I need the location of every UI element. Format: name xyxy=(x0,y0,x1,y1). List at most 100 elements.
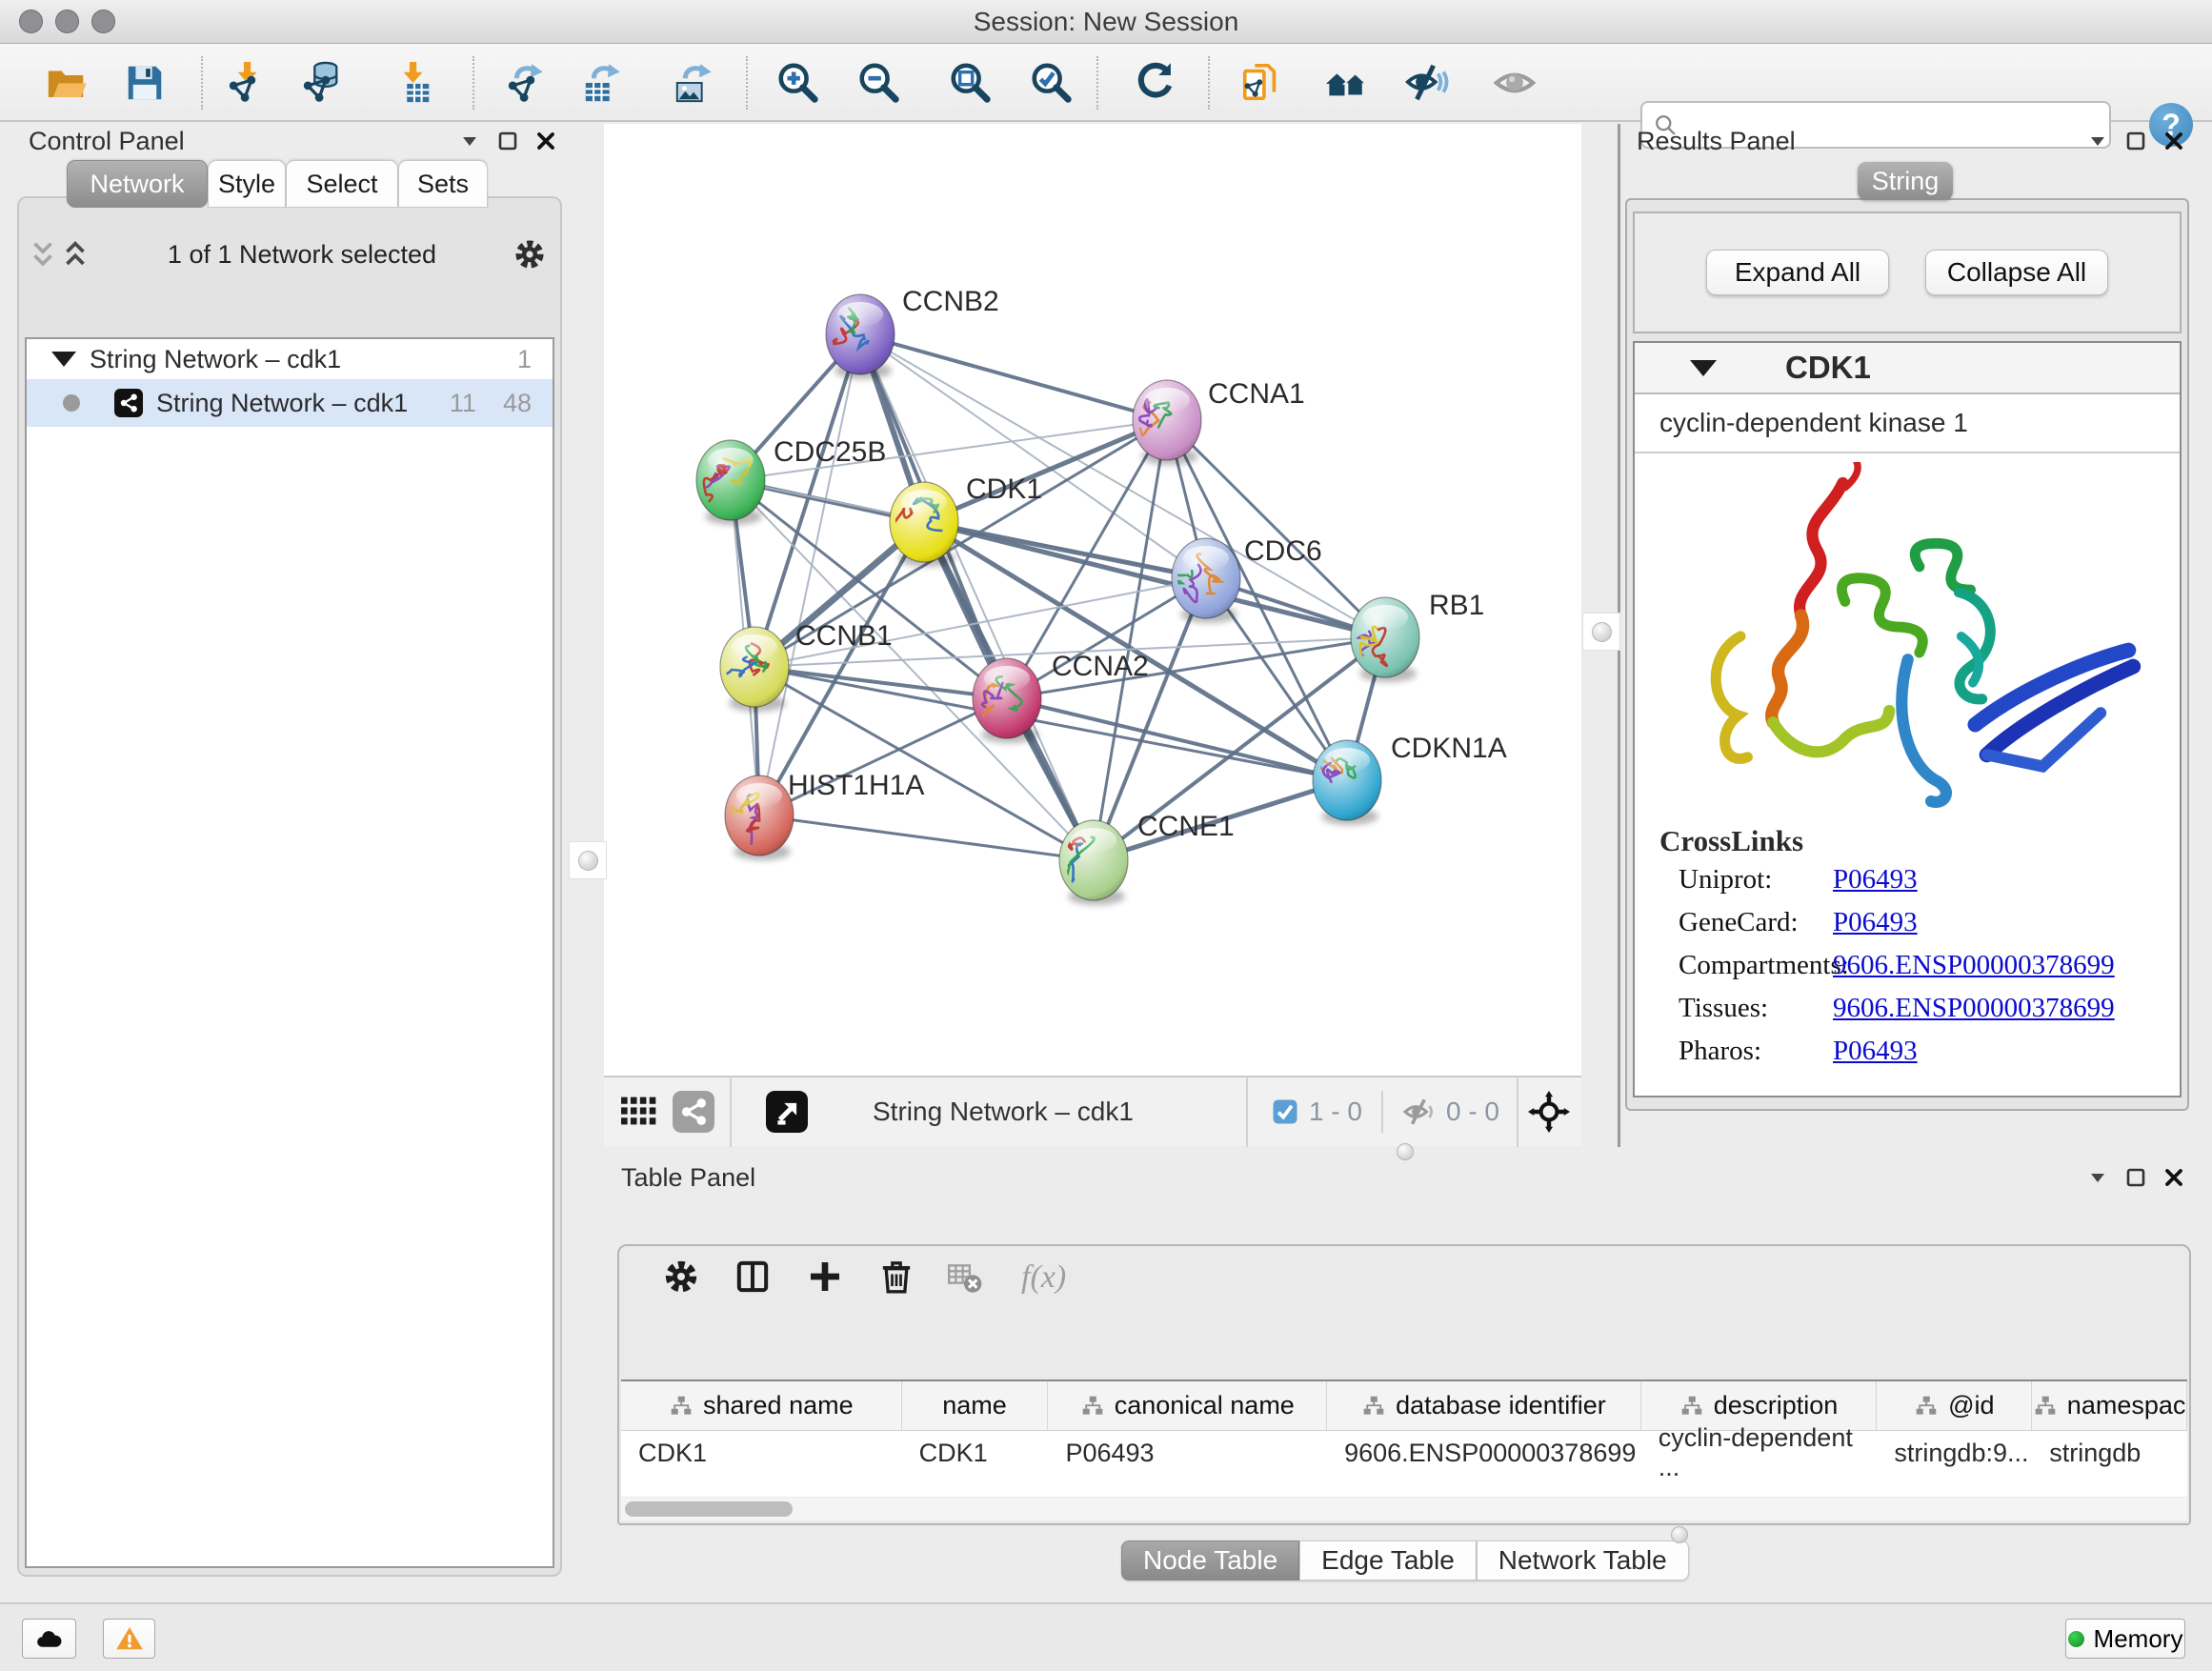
new-from-selection-button[interactable] xyxy=(1238,61,1284,107)
tab-network[interactable]: Network xyxy=(67,160,208,208)
crosslink-value-link[interactable]: P06493 xyxy=(1833,907,1918,938)
tab-node-table[interactable]: Node Table xyxy=(1121,1540,1299,1580)
network-canvas[interactable]: CCNB2CCNA1CDC25BCDK1CDC6RB1CCNB1CCNA2HIS… xyxy=(604,124,1581,1076)
zoom-out-button[interactable] xyxy=(855,61,901,107)
network-edge-CCNB2-HIST1H1A[interactable] xyxy=(759,334,860,815)
table-cell[interactable]: 9606.ENSP00000378699 xyxy=(1327,1431,1641,1475)
column-header-database-identifier[interactable]: database identifier xyxy=(1327,1381,1641,1430)
collapse-all-networks-icon[interactable] xyxy=(27,238,59,271)
network-node-CCNA1[interactable] xyxy=(1133,380,1201,465)
grid-view-icon[interactable] xyxy=(617,1091,659,1133)
control-panel-close-icon[interactable] xyxy=(534,130,557,152)
tab-string[interactable]: String xyxy=(1858,162,1953,200)
collapse-triangle-icon[interactable] xyxy=(51,352,76,367)
control-panel-menu-icon[interactable] xyxy=(458,130,481,152)
results-panel-close-icon[interactable] xyxy=(2162,130,2185,152)
network-node-CCNA2[interactable] xyxy=(973,658,1041,743)
table-cell[interactable]: stringdb xyxy=(2032,1431,2187,1475)
expand-all-button[interactable]: Expand All xyxy=(1706,250,1889,295)
network-node-HIST1H1A[interactable] xyxy=(725,775,794,860)
table-panel-close-icon[interactable] xyxy=(2162,1166,2185,1189)
table-cell[interactable]: cyclin-dependent ... xyxy=(1641,1431,1878,1475)
function-builder-icon[interactable]: f(x) xyxy=(1021,1259,1066,1296)
table-columns-button[interactable] xyxy=(733,1258,773,1298)
table-panel-float-icon[interactable] xyxy=(2124,1166,2147,1189)
network-edge-CCNB1-CCNA2[interactable] xyxy=(754,667,1007,698)
table-gear-button[interactable] xyxy=(661,1258,701,1298)
network-node-CDC25B[interactable] xyxy=(696,440,765,525)
save-session-button[interactable] xyxy=(122,61,168,107)
zoom-in-button[interactable] xyxy=(774,61,820,107)
network-edge-CCNA2-CDKN1A[interactable] xyxy=(1007,698,1347,780)
collapse-entry-icon[interactable] xyxy=(1690,360,1717,376)
results-panel-menu-icon[interactable] xyxy=(2086,130,2109,152)
selected-checkbox-icon[interactable] xyxy=(1271,1097,1299,1126)
column-header--id[interactable]: @id xyxy=(1877,1381,2032,1430)
results-panel-float-icon[interactable] xyxy=(2124,130,2147,152)
detach-view-icon[interactable] xyxy=(766,1091,808,1133)
crosslink-value-link[interactable]: P06493 xyxy=(1833,1036,1918,1067)
column-header-namespac[interactable]: namespac xyxy=(2032,1381,2187,1430)
table-add-button[interactable] xyxy=(805,1258,845,1298)
hidden-elements-icon[interactable] xyxy=(1402,1095,1437,1129)
export-image-button[interactable] xyxy=(672,61,717,107)
table-delete-table-button[interactable] xyxy=(944,1258,984,1298)
network-node-CDKN1A[interactable] xyxy=(1313,740,1381,825)
network-collection-row[interactable]: String Network – cdk1 1 xyxy=(27,339,553,379)
hide-details-button[interactable] xyxy=(1404,61,1450,107)
network-node-RB1[interactable] xyxy=(1351,597,1419,682)
crosslink-value-link[interactable]: 9606.ENSP00000378699 xyxy=(1833,993,2115,1024)
window-minimize-button[interactable] xyxy=(55,10,79,33)
network-view-icon[interactable] xyxy=(673,1091,714,1133)
tab-select[interactable]: Select xyxy=(286,160,398,208)
table-cell[interactable]: CDK1 xyxy=(621,1431,902,1475)
right-splitter-handle[interactable] xyxy=(1582,613,1620,651)
table-cell[interactable]: P06493 xyxy=(1048,1431,1327,1475)
table-row[interactable]: CDK1CDK1P064939606.ENSP00000378699cyclin… xyxy=(621,1431,2187,1475)
table-panel-menu-icon[interactable] xyxy=(2086,1166,2109,1189)
import-network-button[interactable] xyxy=(224,61,270,107)
network-edge-CCNB2-CCNB1[interactable] xyxy=(754,334,860,667)
open-session-button[interactable] xyxy=(44,61,90,107)
memory-button[interactable]: Memory xyxy=(2065,1619,2185,1659)
column-header-name[interactable]: name xyxy=(902,1381,1049,1430)
table-delete-button[interactable] xyxy=(876,1258,916,1298)
birdseye-navigator-icon[interactable] xyxy=(1528,1091,1570,1133)
show-details-button[interactable] xyxy=(1492,61,1538,107)
crosslink-value-link[interactable]: P06493 xyxy=(1833,864,1918,896)
table-cell[interactable]: CDK1 xyxy=(902,1431,1049,1475)
tab-sets[interactable]: Sets xyxy=(398,160,488,208)
collapse-all-button[interactable]: Collapse All xyxy=(1925,250,2108,295)
import-database-button[interactable] xyxy=(298,61,344,107)
network-view[interactable]: CCNB2CCNA1CDC25BCDK1CDC6RB1CCNB1CCNA2HIS… xyxy=(604,124,1581,1076)
table-horizontal-scrollbar[interactable] xyxy=(621,1498,2187,1520)
tab-style[interactable]: Style xyxy=(208,160,286,208)
expand-all-networks-icon[interactable] xyxy=(59,238,91,271)
column-header-canonical-name[interactable]: canonical name xyxy=(1048,1381,1327,1430)
table-splitter-handle[interactable] xyxy=(1671,1526,1688,1543)
crosslink-value-link[interactable]: 9606.ENSP00000378699 xyxy=(1833,950,2115,981)
export-table-button[interactable] xyxy=(580,61,626,107)
network-node-CDC6[interactable] xyxy=(1172,538,1240,623)
node-details-header[interactable]: CDK1 xyxy=(1635,343,2180,394)
window-close-button[interactable] xyxy=(19,10,43,33)
export-network-button[interactable] xyxy=(503,61,549,107)
network-edge-CCNB2-CCNA1[interactable] xyxy=(860,334,1167,420)
zoom-selected-button[interactable] xyxy=(1028,61,1074,107)
first-neighbors-button[interactable] xyxy=(1323,61,1369,107)
network-edge-CCNA1-CDK1[interactable] xyxy=(924,420,1167,522)
network-node-CDK1[interactable] xyxy=(885,482,958,567)
network-row-selected[interactable]: String Network – cdk1 11 48 xyxy=(27,379,553,427)
column-header-shared-name[interactable]: shared name xyxy=(621,1381,902,1430)
scrollbar-thumb[interactable] xyxy=(625,1501,793,1517)
control-panel-float-icon[interactable] xyxy=(496,130,519,152)
warnings-button[interactable] xyxy=(103,1619,155,1659)
tab-network-table[interactable]: Network Table xyxy=(1477,1540,1689,1580)
cloud-status-button[interactable] xyxy=(22,1619,76,1659)
bottom-splitter-handle[interactable] xyxy=(1397,1143,1414,1160)
import-table-button[interactable] xyxy=(390,61,435,107)
network-options-gear-icon[interactable] xyxy=(513,237,547,272)
zoom-fit-button[interactable] xyxy=(947,61,993,107)
left-splitter-handle[interactable] xyxy=(569,841,607,879)
apply-layout-button[interactable] xyxy=(1133,61,1178,107)
